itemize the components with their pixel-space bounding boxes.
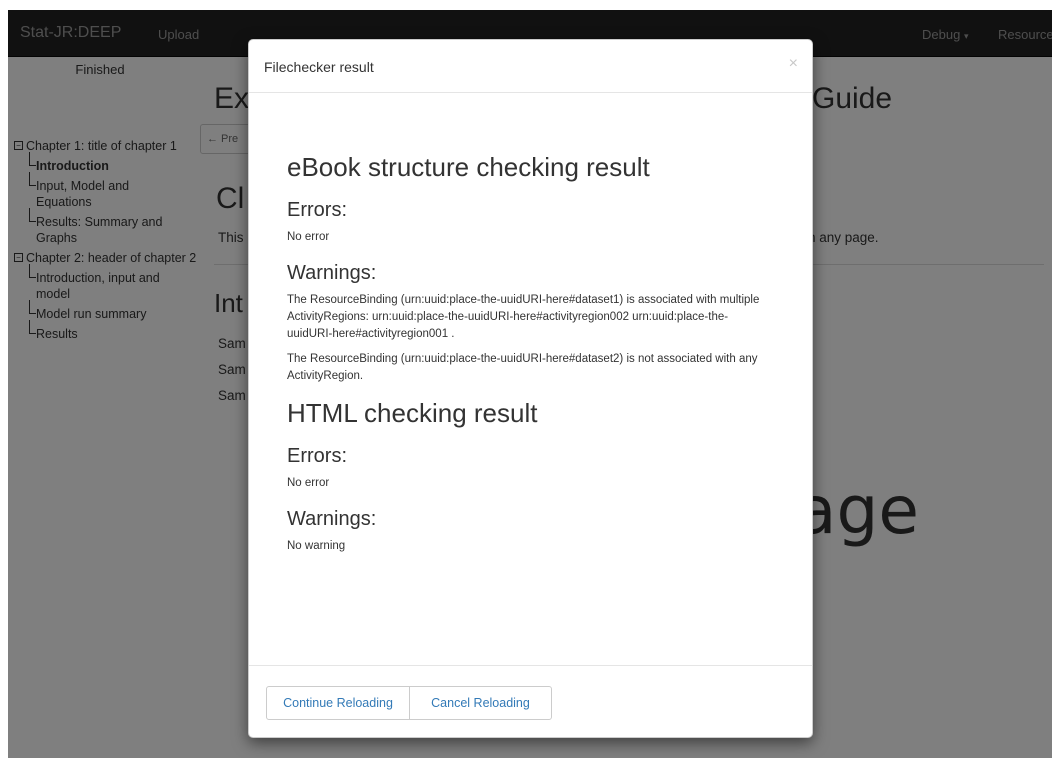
app-window: Stat-JR:DEEP Upload Debug ▾ Resources Fi…	[8, 10, 1052, 758]
ebook-warning-1: The ResourceBinding (urn:uuid:place-the-…	[287, 294, 760, 340]
modal-body: eBook structure checking result Errors: …	[249, 93, 812, 665]
ebook-warning-2: The ResourceBinding (urn:uuid:place-the-…	[287, 353, 758, 382]
cancel-reloading-button[interactable]: Cancel Reloading	[409, 686, 552, 720]
ebook-errors-heading: Errors:	[287, 199, 347, 221]
modal-header: Filechecker result ×	[249, 40, 812, 93]
html-warnings-text: No warning	[287, 540, 346, 552]
continue-reloading-button[interactable]: Continue Reloading	[266, 686, 410, 720]
html-errors-text: No error	[287, 477, 330, 489]
modal-footer: Continue Reloading Cancel Reloading	[249, 665, 812, 738]
html-warnings-heading: Warnings:	[287, 508, 377, 530]
ebook-result-heading: eBook structure checking result	[287, 152, 650, 182]
html-result-heading: HTML checking result	[287, 398, 538, 428]
ebook-errors-text: No error	[287, 231, 330, 243]
ebook-warnings-heading: Warnings:	[287, 262, 377, 284]
modal-title: Filechecker result	[264, 59, 374, 75]
close-icon[interactable]: ×	[789, 56, 798, 72]
check-results: eBook structure checking result Errors: …	[287, 151, 772, 569]
html-errors-heading: Errors:	[287, 445, 347, 467]
filechecker-modal: Filechecker result × eBook structure che…	[248, 39, 813, 738]
